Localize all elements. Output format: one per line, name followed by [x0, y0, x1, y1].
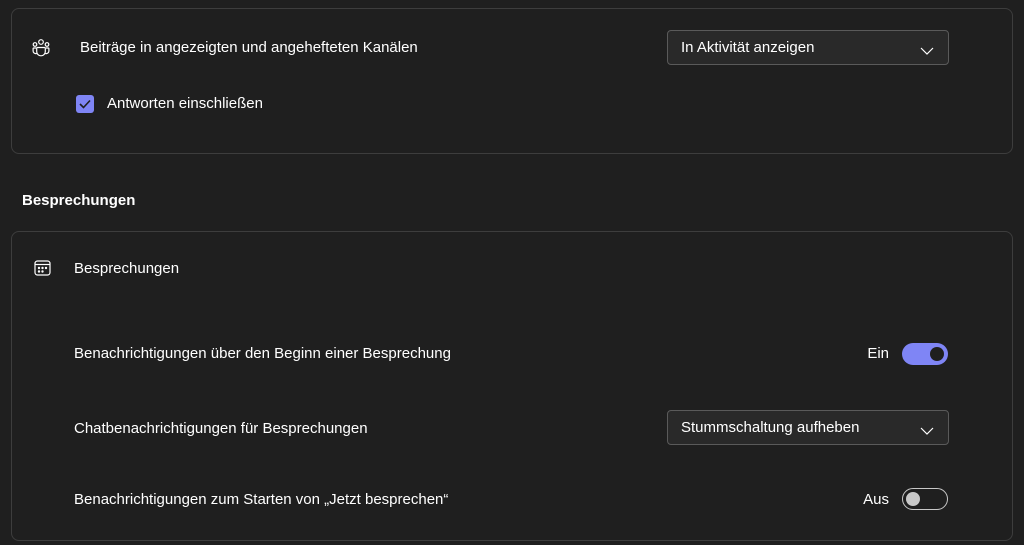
- include-replies-label: Antworten einschließen: [107, 95, 263, 112]
- chevron-down-icon: [920, 42, 934, 60]
- channel-posts-dropdown-value: In Aktivität anzeigen: [681, 39, 815, 56]
- meetings-card-title: Besprechungen: [74, 260, 180, 277]
- channel-posts-card: Beiträge in angezeigten und angehefteten…: [11, 8, 1013, 154]
- meeting-start-notifications-toggle[interactable]: [902, 343, 948, 365]
- meet-now-notifications-state: Aus: [863, 491, 889, 508]
- calendar-icon: [34, 260, 51, 276]
- toggle-knob: [930, 347, 944, 361]
- meet-now-notifications-label: Benachrichtigungen zum Starten von „Jetz…: [74, 491, 449, 508]
- chevron-down-icon: [920, 422, 934, 440]
- meetings-card: Besprechungen Benachrichtigungen über de…: [11, 231, 1013, 541]
- teams-people-icon: [31, 38, 51, 58]
- meeting-start-notifications-label: Benachrichtigungen über den Beginn einer…: [74, 345, 451, 362]
- meet-now-notifications-toggle[interactable]: [902, 488, 948, 510]
- section-heading-meetings: Besprechungen: [22, 192, 136, 209]
- meeting-chat-notifications-dropdown[interactable]: Stummschaltung aufheben: [667, 410, 949, 445]
- meeting-chat-notifications-label: Chatbenachrichtigungen für Besprechungen: [74, 420, 368, 437]
- toggle-knob: [906, 492, 920, 506]
- meeting-start-notifications-state: Ein: [867, 345, 889, 362]
- meeting-chat-notifications-dropdown-value: Stummschaltung aufheben: [681, 419, 860, 436]
- channel-posts-dropdown[interactable]: In Aktivität anzeigen: [667, 30, 949, 65]
- include-replies-checkbox[interactable]: [76, 95, 94, 113]
- channel-posts-label: Beiträge in angezeigten und angehefteten…: [80, 39, 418, 56]
